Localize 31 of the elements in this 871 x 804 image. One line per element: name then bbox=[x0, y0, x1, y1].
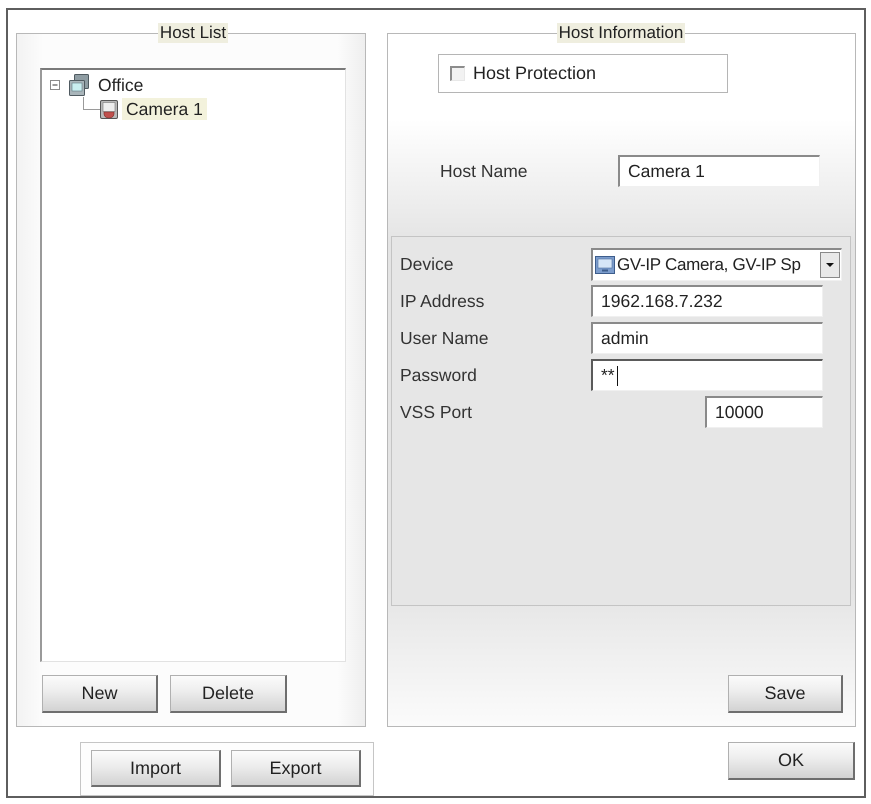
input-field[interactable]: 1962.168.7.232 bbox=[591, 285, 823, 317]
field-label: Host Name bbox=[440, 160, 529, 182]
input-field[interactable]: 10000 bbox=[705, 396, 823, 428]
export-button[interactable]: Export bbox=[231, 750, 361, 787]
save-button[interactable]: Save bbox=[728, 675, 843, 713]
host-name-field[interactable]: Camera 1 bbox=[618, 155, 820, 187]
field-label: IP Address bbox=[400, 290, 486, 312]
monitor-icon bbox=[595, 256, 615, 274]
import-button[interactable]: Import bbox=[91, 750, 221, 787]
group-title: Host Information bbox=[556, 23, 686, 43]
checkbox[interactable] bbox=[450, 66, 465, 81]
field-label: Password bbox=[400, 364, 478, 386]
delete-button[interactable]: Delete bbox=[170, 675, 287, 713]
input-field[interactable]: ** bbox=[591, 359, 823, 391]
camera-icon bbox=[100, 100, 118, 118]
caret-icon[interactable] bbox=[820, 252, 840, 278]
tree-line bbox=[83, 97, 100, 110]
field-label: VSS Port bbox=[400, 402, 473, 422]
checkbox-label: Host Protection bbox=[473, 63, 596, 84]
ok-button[interactable]: OK bbox=[728, 742, 855, 780]
field-label: Device bbox=[400, 254, 454, 274]
new-button[interactable]: New bbox=[42, 675, 158, 713]
tree-item[interactable]: Camera 1 bbox=[122, 98, 207, 120]
field-label: User Name bbox=[400, 328, 490, 348]
text-cursor-icon bbox=[616, 366, 618, 386]
stacked-screens-icon bbox=[68, 74, 90, 96]
tree-item[interactable]: Office bbox=[94, 74, 148, 96]
collapse-icon[interactable] bbox=[50, 80, 60, 90]
input-field[interactable]: admin bbox=[591, 322, 823, 354]
group-title: Host List bbox=[158, 23, 228, 43]
device-dropdown[interactable]: GV-IP Camera, GV-IP Sp bbox=[591, 248, 842, 280]
